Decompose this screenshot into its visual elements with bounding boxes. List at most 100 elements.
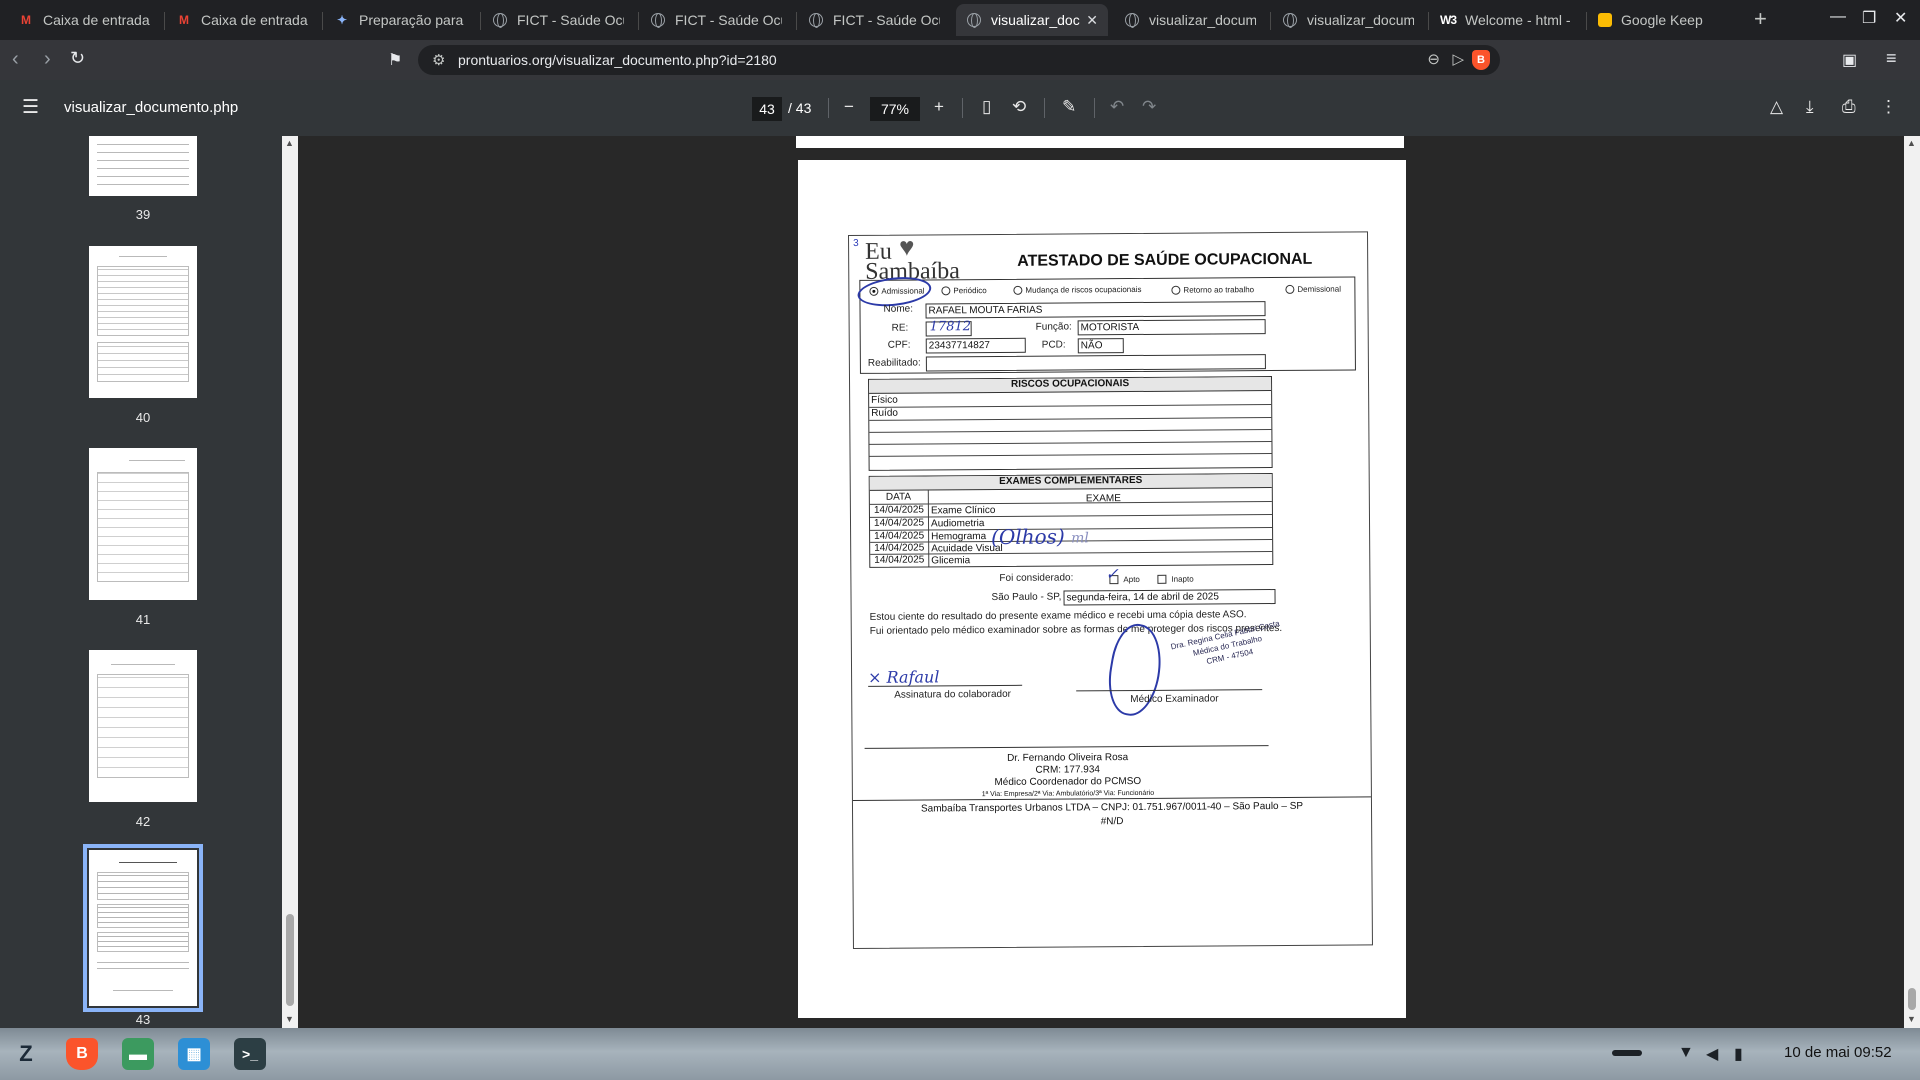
gmail-icon: M [21,13,31,27]
rotate-icon[interactable]: ⟲ [1012,97,1026,117]
w3schools-icon: W3 [1440,13,1457,27]
terminal-icon[interactable]: >_ [234,1038,266,1070]
tab-fict-1[interactable]: FICT - Saúde Ocu [482,4,634,36]
scroll-up-icon[interactable]: ▲ [285,138,294,148]
workspace-indicator[interactable] [1612,1050,1642,1056]
globe-icon [651,13,665,28]
fit-page-icon[interactable]: ▯ [982,97,991,117]
tab-gemini[interactable]: ✦ Preparação para a [324,4,476,36]
thumbnail-page-40[interactable] [89,246,197,398]
thumbnail-page-41[interactable] [89,448,197,600]
globe-icon [1125,13,1139,28]
address-bar[interactable]: ⚙ prontuarios.org/visualizar_documento.p… [418,45,1500,75]
radio-retorno [1171,285,1181,295]
browser-toolbar: ‹ › ↻ ⚑ ⚙ prontuarios.org/visualizar_doc… [0,40,1920,80]
document-viewer[interactable]: 3 Eu ♥ Sambaíba ATESTADO DE SAÚDE OCUPAC… [298,136,1904,1028]
minimize-icon[interactable]: — [1830,8,1846,26]
hamburger-menu-icon[interactable]: ☰ [22,96,39,119]
more-options-icon[interactable]: ⋮ [1880,97,1897,117]
tab-title: visualizar_docum [1307,12,1414,28]
zorin-menu-icon[interactable]: Z [10,1038,42,1070]
tab-title: Welcome - html - [1465,12,1571,28]
download-icon[interactable]: ⤓ [1806,97,1814,117]
field-name: RAFAEL MOUTA FARIAS [925,301,1266,319]
redo-icon[interactable]: ↷ [1142,97,1156,117]
sambaiba-logo: Eu ♥ Sambaíba [865,232,960,285]
tab-google-keep[interactable]: Google Keep [1588,4,1740,36]
tab-title: Caixa de entrada [43,12,150,28]
tab-title: Caixa de entrada [201,12,308,28]
document-scrollbar[interactable]: ▲ ▼ [1904,136,1920,1028]
annotate-icon[interactable]: ✎ [1062,97,1076,117]
reload-icon[interactable]: ↻ [70,48,85,69]
brave-shields-icon[interactable]: B [1472,50,1490,70]
scroll-down-icon[interactable]: ▼ [1907,1014,1916,1024]
thumbnail-sidebar: 39 40 41 42 43 [0,136,282,1028]
volume-icon[interactable]: ◀ [1706,1044,1718,1064]
radio-periodico [941,286,951,296]
brave-icon[interactable]: B [66,1038,98,1070]
globe-icon [1283,13,1297,28]
close-window-icon[interactable]: ✕ [1894,8,1907,28]
scroll-up-icon[interactable]: ▲ [1907,138,1916,148]
zoom-out-icon[interactable]: − [844,97,854,117]
files-icon[interactable]: ▬ [122,1038,154,1070]
thumbnail-label: 43 [135,1012,151,1027]
menu-icon[interactable]: ≡ [1886,48,1897,69]
page-number-input[interactable]: 43 [752,97,782,121]
tab-title: FICT - Saúde Ocu [517,12,624,28]
pdf-toolbar: ☰ visualizar_documento.php 43 / 43 − 77%… [0,80,1920,136]
battery-icon[interactable]: ▮ [1734,1044,1743,1064]
scrollbar-thumb[interactable] [1908,988,1916,1010]
tab-fict-3[interactable]: FICT - Saúde Ocu [798,4,950,36]
back-icon[interactable]: ‹ [12,48,19,71]
restore-icon[interactable]: ❐ [1862,8,1876,28]
globe-icon [967,13,981,28]
worker-signature: × Rafaul [868,667,940,687]
pdf-filename: visualizar_documento.php [64,99,239,116]
zoom-input[interactable]: 77% [870,97,920,121]
document-title: ATESTADO DE SAÚDE OCUPACIONAL [1017,250,1313,270]
scrollbar-thumb[interactable] [286,914,294,1006]
thumbnail-label: 42 [135,814,151,829]
globe-icon [493,13,507,28]
checkbox-inapto [1157,574,1167,584]
exams-table: EXAMES COMPLEMENTARES DATA EXAME 14/04/2… [868,473,1274,568]
tab-title: FICT - Saúde Ocu [675,12,782,28]
save-to-drive-icon[interactable]: △ [1770,97,1783,117]
page-mark: 3 [853,237,859,249]
zoom-icon[interactable]: ⊖ [1427,50,1440,68]
site-settings-icon[interactable]: ⚙ [432,51,445,69]
thumbnail-label: 41 [135,612,151,627]
tab-gmail-1[interactable]: M Caixa de entrada [8,4,160,36]
store-icon[interactable]: ▦ [178,1038,210,1070]
thumbnail-page-42[interactable] [89,650,197,802]
wifi-icon[interactable]: ▼ [1678,1044,1694,1062]
bookmark-icon[interactable]: ⚑ [388,50,402,70]
tab-visualizar-active[interactable]: visualizar_doc ✕ [956,4,1108,36]
handwritten-re: 17812 [929,319,972,335]
close-tab-icon[interactable]: ✕ [1086,12,1098,29]
tab-visualizar-2[interactable]: visualizar_docum [1114,4,1266,36]
zoom-in-icon[interactable]: + [934,97,944,117]
sidebar-scrollbar[interactable]: ▲ ▼ [282,136,298,1028]
tab-w3schools[interactable]: W3 Welcome - html - [1430,4,1582,36]
sidebar-toggle-icon[interactable]: ▣ [1842,50,1857,70]
scroll-down-icon[interactable]: ▼ [285,1014,294,1024]
thumbnail-page-39[interactable] [89,136,197,196]
tab-fict-2[interactable]: FICT - Saúde Ocu [640,4,792,36]
thumbnail-page-43[interactable] [83,844,203,1012]
url-text[interactable]: prontuarios.org/visualizar_documento.php… [458,52,777,68]
forward-icon[interactable]: › [44,48,51,71]
globe-icon [809,13,823,28]
tab-title: Google Keep [1621,12,1703,28]
share-icon[interactable]: ▷ [1452,50,1464,68]
keep-icon [1598,13,1612,27]
clock[interactable]: 10 de mai 09:52 [1784,1044,1892,1061]
tab-gmail-2[interactable]: M Caixa de entrada [166,4,318,36]
tab-visualizar-3[interactable]: visualizar_docum [1272,4,1424,36]
tab-title: FICT - Saúde Ocu [833,12,940,28]
print-icon[interactable]: ⎙ [1842,97,1856,117]
new-tab-button[interactable]: + [1754,6,1767,32]
undo-icon[interactable]: ↶ [1110,97,1124,117]
